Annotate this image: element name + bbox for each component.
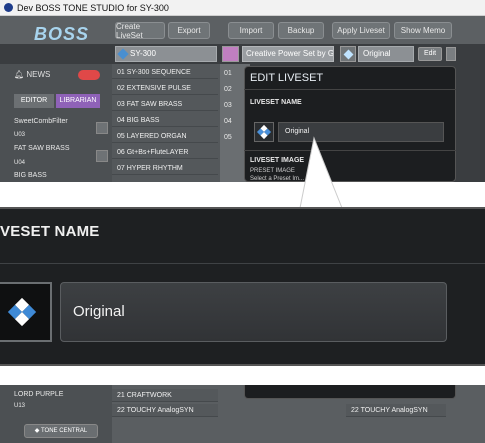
list-item[interactable]: 22 TOUCHY AnalogSYN xyxy=(346,404,446,417)
diamond-icon xyxy=(7,297,37,327)
zoom-liveset-icon-button[interactable] xyxy=(0,282,52,342)
tone-central-label: TONE CENTRAL xyxy=(40,428,88,434)
list-item[interactable]: 22 TOUCHY AnalogSYN xyxy=(112,404,218,417)
sidebar-item[interactable]: LORD PURPLE xyxy=(14,391,63,398)
divider xyxy=(0,263,485,264)
tone-central-button[interactable]: ◆ TONE CENTRAL xyxy=(24,424,98,438)
edit-liveset-dialog-bottom xyxy=(244,385,456,399)
zoom-liveset-name-label: VESET NAME xyxy=(0,223,100,240)
list-item[interactable]: 21 CRAFTWORK xyxy=(112,389,218,402)
sidebar-item[interactable]: U13 xyxy=(14,403,25,409)
zoom-liveset-name-input[interactable]: Original xyxy=(60,282,447,342)
diamond-icon: ◆ xyxy=(34,428,40,434)
